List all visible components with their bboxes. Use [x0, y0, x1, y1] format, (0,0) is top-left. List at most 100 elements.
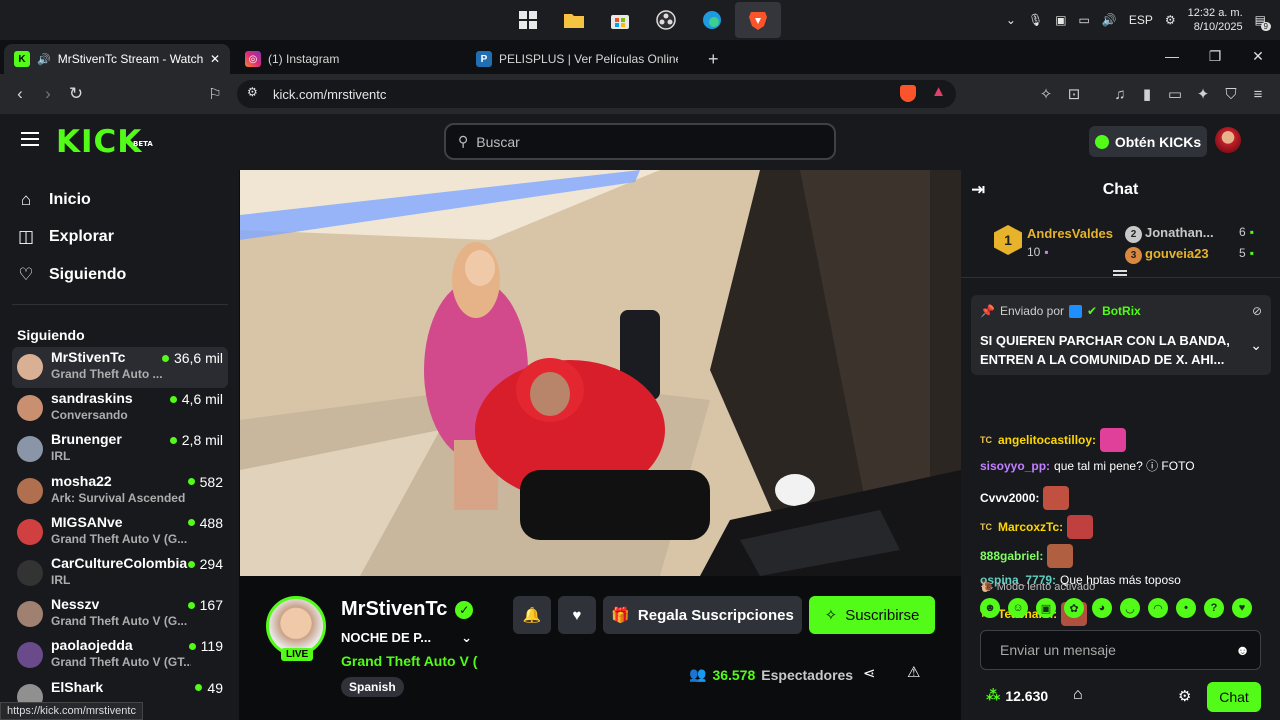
- tab-pelisplus[interactable]: P PELISPLUS | Ver Películas Online Grati…: [466, 44, 688, 74]
- gift-subs-button[interactable]: 🎁 Regala Suscripciones: [603, 596, 802, 634]
- sidebar-item-explorar[interactable]: ◫ Explorar: [16, 223, 114, 251]
- brave-rewards-icon[interactable]: ▲: [931, 83, 946, 100]
- language-tag[interactable]: Spanish: [341, 677, 404, 697]
- followed-channel[interactable]: CarCultureColombia IRL 294: [12, 553, 228, 594]
- pinned-bot-name[interactable]: BotRix: [1102, 304, 1141, 318]
- chat-message[interactable]: TC angelitocastilloy:: [980, 428, 1127, 452]
- chevron-up-icon[interactable]: ⌄: [1006, 13, 1016, 27]
- report-icon[interactable]: ⚠: [907, 663, 920, 681]
- brave-shields-icon[interactable]: [900, 85, 916, 102]
- speaker-icon[interactable]: 🔊: [37, 53, 51, 66]
- chat-username[interactable]: MarcoxzTc:: [998, 520, 1063, 534]
- back-icon[interactable]: ‹: [8, 82, 32, 106]
- emote-icon[interactable]: ▣: [1036, 598, 1056, 618]
- new-tab-button[interactable]: +: [698, 44, 726, 74]
- sidebar-item-inicio[interactable]: ⌂ Inicio: [16, 186, 91, 214]
- emote-icon[interactable]: ☻: [980, 598, 1000, 618]
- followed-channel[interactable]: sandraskins Conversando 4,6 mil: [12, 388, 228, 429]
- streamer-avatar[interactable]: [266, 596, 326, 656]
- emoji-picker-icon[interactable]: ☻: [1235, 642, 1250, 658]
- followed-channel[interactable]: MrStivenTc Grand Theft Auto ... 36,6 mil: [12, 347, 228, 388]
- volume-icon[interactable]: 🔊: [1102, 13, 1117, 27]
- close-window-button[interactable]: ✕: [1236, 40, 1280, 72]
- hide-pin-icon[interactable]: ⊘: [1252, 304, 1262, 318]
- first-place-name[interactable]: AndresValdes: [1027, 226, 1113, 241]
- followed-channel[interactable]: Nesszv Grand Theft Auto V (G... 167: [12, 594, 228, 635]
- share-icon[interactable]: ⋖: [863, 664, 876, 682]
- brave-icon[interactable]: [735, 2, 781, 38]
- maximize-button[interactable]: ❐: [1193, 40, 1237, 72]
- tab-kick[interactable]: K 🔊 MrStivenTc Stream - Watch Live ✕: [4, 44, 230, 74]
- pinned-message[interactable]: 📌 Enviado por ✔ BotRix ⊘ SI QUIEREN PARC…: [971, 295, 1271, 375]
- third-place-name[interactable]: gouveia23: [1145, 246, 1209, 261]
- network-icon[interactable]: ▭: [1079, 13, 1090, 27]
- windows-start-icon[interactable]: [505, 2, 551, 38]
- vpn-icon[interactable]: ⛉: [1219, 82, 1243, 106]
- address-bar[interactable]: ⚙ kick.com/mrstiventc ▲: [237, 80, 956, 108]
- search-input[interactable]: ⚲ Buscar: [444, 123, 836, 160]
- site-info-icon[interactable]: ⚙: [247, 85, 258, 99]
- notification-bell-button[interactable]: 🔔: [513, 596, 551, 634]
- screenshot-icon[interactable]: ⊡: [1062, 82, 1086, 106]
- forward-icon[interactable]: ›: [36, 82, 60, 106]
- obs-icon[interactable]: [643, 2, 689, 38]
- hamburger-menu-icon[interactable]: [21, 132, 39, 146]
- gear-icon[interactable]: ⚙: [1165, 13, 1176, 27]
- streamer-name[interactable]: MrStivenTc: [341, 598, 447, 621]
- chat-username[interactable]: 888gabriel:: [980, 549, 1043, 563]
- chat-input[interactable]: Enviar un mensaje ☻: [980, 630, 1261, 670]
- chat-message[interactable]: sisoyyo_pp: que tal mi pene? ⓘ FOTO: [980, 457, 1195, 474]
- emote-icon[interactable]: ☺: [1008, 598, 1028, 618]
- emote-icon[interactable]: ?: [1204, 598, 1224, 618]
- followed-channel[interactable]: mosha22 Ark: Survival Ascended 582: [12, 471, 228, 512]
- emote-icon[interactable]: ◕: [1092, 598, 1112, 618]
- follow-button[interactable]: ♥: [558, 596, 596, 634]
- chat-message[interactable]: 888gabriel:: [980, 544, 1074, 568]
- store-icon[interactable]: ⌂: [1073, 686, 1083, 704]
- camera-icon[interactable]: ▣: [1055, 13, 1066, 27]
- chat-message[interactable]: Cvvv2000:: [980, 486, 1070, 510]
- chat-username[interactable]: angelitocastilloy:: [998, 433, 1096, 447]
- kick-logo[interactable]: KICK BETA: [56, 127, 153, 158]
- second-place-name[interactable]: Jonathan...: [1145, 225, 1214, 240]
- file-explorer-icon[interactable]: [551, 2, 597, 38]
- send-chat-button[interactable]: Chat: [1207, 682, 1261, 712]
- leo-ai-icon[interactable]: ✦: [1191, 82, 1215, 106]
- collapse-chat-icon[interactable]: ⇥: [971, 180, 985, 200]
- followed-channel[interactable]: MIGSANve Grand Theft Auto V (G... 488: [12, 512, 228, 553]
- emote-icon[interactable]: ◡: [1120, 598, 1140, 618]
- microsoft-store-icon[interactable]: [597, 2, 643, 38]
- music-icon[interactable]: ♫: [1108, 82, 1132, 106]
- chat-message[interactable]: TC MarcoxzTc:: [980, 515, 1094, 539]
- video-player[interactable]: [240, 170, 961, 576]
- stream-category[interactable]: Grand Theft Auto V (: [341, 653, 477, 669]
- subscribe-button[interactable]: ✧ Suscribirse: [809, 596, 935, 634]
- followed-channel[interactable]: paolaojedda Grand Theft Auto V (GT... 119: [12, 635, 228, 676]
- chat-username[interactable]: sisoyyo_pp:: [980, 459, 1050, 473]
- user-avatar[interactable]: [1215, 127, 1241, 153]
- reload-icon[interactable]: ↻: [64, 82, 88, 106]
- emote-icon[interactable]: ✿: [1064, 598, 1084, 618]
- close-tab-icon[interactable]: ✕: [210, 52, 220, 66]
- chevron-down-icon[interactable]: ⌄: [1250, 337, 1262, 354]
- tab-instagram[interactable]: ◎ (1) Instagram: [235, 44, 457, 74]
- kick-points[interactable]: ⁂ 12.630: [986, 687, 1048, 704]
- sidebar-item-siguiendo[interactable]: ♡ Siguiendo: [16, 261, 126, 289]
- chat-username[interactable]: Cvvv2000:: [980, 491, 1039, 505]
- drag-handle-icon[interactable]: [1113, 270, 1127, 276]
- bookmark-icon[interactable]: ⚐: [203, 82, 227, 106]
- emote-icon[interactable]: ♥: [1232, 598, 1252, 618]
- emote-icon[interactable]: •: [1176, 598, 1196, 618]
- minimize-button[interactable]: —: [1150, 40, 1194, 72]
- chat-settings-icon[interactable]: ⚙: [1178, 687, 1191, 705]
- emote-icon[interactable]: ◠: [1148, 598, 1168, 618]
- sidebar-icon[interactable]: ▮: [1135, 82, 1159, 106]
- menu-icon[interactable]: ≡: [1246, 82, 1270, 106]
- microphone-icon[interactable]: 🎙: [1028, 13, 1043, 27]
- chevron-down-icon[interactable]: ⌄: [461, 630, 472, 646]
- language-indicator[interactable]: ESP: [1129, 13, 1153, 27]
- notifications-icon[interactable]: ▤ 9: [1255, 13, 1271, 31]
- get-kicks-button[interactable]: Obtén KICKs: [1089, 126, 1207, 157]
- clock[interactable]: 12:32 a. m. 8/10/2025: [1188, 6, 1243, 34]
- extensions-icon[interactable]: ✧: [1034, 82, 1058, 106]
